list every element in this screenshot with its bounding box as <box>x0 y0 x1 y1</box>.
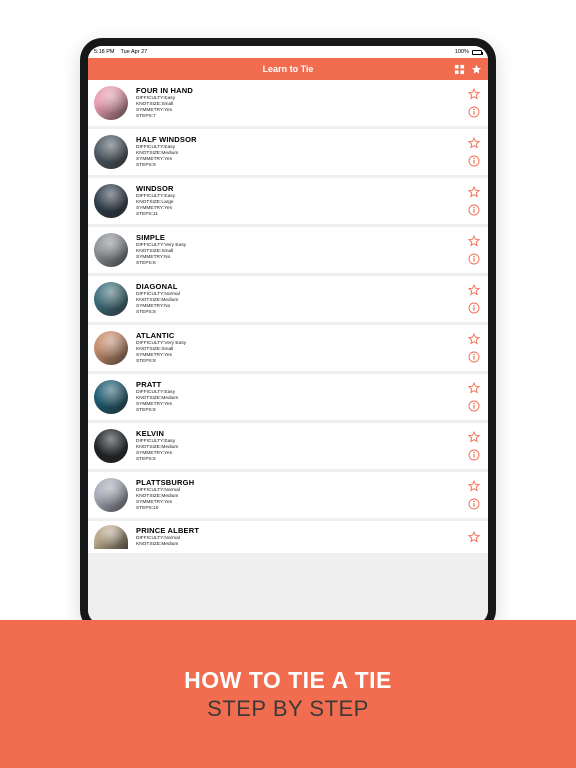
row-actions <box>468 88 480 118</box>
favorite-star-icon[interactable] <box>468 480 480 492</box>
promo-line-2: STEP BY STEP <box>207 696 369 722</box>
tie-meta: DIFFICULTY:NormalKNOTSIZE:Medium <box>136 536 462 548</box>
status-left: 5:18 PM Tue Apr 27 <box>94 49 147 55</box>
favorite-star-icon[interactable] <box>468 382 480 394</box>
favorite-star-icon[interactable] <box>468 284 480 296</box>
tie-info: KELVINDIFFICULTY:EasyKNOTSIZE:MediumSYMM… <box>136 429 462 463</box>
tie-thumbnail <box>94 478 128 512</box>
tie-name: DIAGONAL <box>136 282 462 291</box>
list-item[interactable]: PRATTDIFFICULTY:EasyKNOTSIZE:MediumSYMME… <box>88 374 488 420</box>
status-bar: 5:18 PM Tue Apr 27 100% <box>88 46 488 58</box>
info-icon[interactable] <box>468 106 480 118</box>
favorite-star-icon[interactable] <box>468 88 480 100</box>
favorite-star-icon[interactable] <box>468 333 480 345</box>
row-actions <box>468 137 480 167</box>
tie-meta: DIFFICULTY:NormalKNOTSIZE:MediumSYMMETRY… <box>136 488 462 512</box>
tie-meta: DIFFICULTY:Very EasyKNOTSIZE:SmallSYMMET… <box>136 243 462 267</box>
tie-meta: DIFFICULTY:EasyKNOTSIZE:SmallSYMMETRY:Ye… <box>136 96 462 120</box>
tie-name: ATLANTIC <box>136 331 462 340</box>
row-actions <box>468 382 480 412</box>
list-item[interactable]: PLATTSBURGHDIFFICULTY:NormalKNOTSIZE:Med… <box>88 472 488 518</box>
tie-name: FOUR IN HAND <box>136 86 462 95</box>
navigation-bar: Learn to Tie <box>88 58 488 80</box>
favorite-star-icon[interactable] <box>468 235 480 247</box>
tie-thumbnail <box>94 429 128 463</box>
tie-name: SIMPLE <box>136 233 462 242</box>
status-date: Tue Apr 27 <box>121 49 148 55</box>
navbar-title: Learn to Tie <box>263 64 314 74</box>
tie-thumbnail <box>94 380 128 414</box>
tie-meta: DIFFICULTY:EasyKNOTSIZE:MediumSYMMETRY:Y… <box>136 439 462 463</box>
tablet-frame: 5:18 PM Tue Apr 27 100% Learn to Tie <box>80 38 496 632</box>
info-icon[interactable] <box>468 400 480 412</box>
tie-thumbnail <box>94 331 128 365</box>
info-icon[interactable] <box>468 498 480 510</box>
promo-banner: HOW TO TIE A TIE STEP BY STEP <box>0 620 576 768</box>
list-item[interactable]: SIMPLEDIFFICULTY:Very EasyKNOTSIZE:Small… <box>88 227 488 273</box>
favorite-star-icon[interactable] <box>468 431 480 443</box>
tie-thumbnail <box>94 184 128 218</box>
info-icon[interactable] <box>468 204 480 216</box>
info-icon[interactable] <box>468 351 480 363</box>
row-actions <box>468 333 480 363</box>
tie-meta: DIFFICULTY:EasyKNOTSIZE:MediumSYMMETRY:Y… <box>136 390 462 414</box>
status-time: 5:18 PM <box>94 49 114 55</box>
tie-meta: DIFFICULTY:Very EasyKNOTSIZE:SmallSYMMET… <box>136 341 462 365</box>
row-actions <box>468 431 480 461</box>
info-icon[interactable] <box>468 302 480 314</box>
tie-info: SIMPLEDIFFICULTY:Very EasyKNOTSIZE:Small… <box>136 233 462 267</box>
tie-thumbnail <box>94 135 128 169</box>
favorite-star-icon[interactable] <box>468 137 480 149</box>
list-item[interactable]: FOUR IN HANDDIFFICULTY:EasyKNOTSIZE:Smal… <box>88 80 488 126</box>
info-icon[interactable] <box>468 155 480 167</box>
favorite-star-icon[interactable] <box>468 531 480 543</box>
favorite-star-icon[interactable] <box>468 186 480 198</box>
row-actions <box>468 186 480 216</box>
screen: 5:18 PM Tue Apr 27 100% Learn to Tie <box>88 46 488 624</box>
list-item[interactable]: WINDSORDIFFICULTY:EasyKNOTSIZE:LargeSYMM… <box>88 178 488 224</box>
tie-thumbnail <box>94 86 128 120</box>
tie-meta: DIFFICULTY:NormalKNOTSIZE:MediumSYMMETRY… <box>136 292 462 316</box>
row-actions <box>468 480 480 510</box>
tie-name: PRATT <box>136 380 462 389</box>
status-right: 100% <box>452 49 482 55</box>
list-item[interactable]: HALF WINDSORDIFFICULTY:EasyKNOTSIZE:Medi… <box>88 129 488 175</box>
tie-info: WINDSORDIFFICULTY:EasyKNOTSIZE:LargeSYMM… <box>136 184 462 218</box>
list-item[interactable]: ATLANTICDIFFICULTY:Very EasyKNOTSIZE:Sma… <box>88 325 488 371</box>
list-item[interactable]: KELVINDIFFICULTY:EasyKNOTSIZE:MediumSYMM… <box>88 423 488 469</box>
tie-info: ATLANTICDIFFICULTY:Very EasyKNOTSIZE:Sma… <box>136 331 462 365</box>
tie-meta: DIFFICULTY:EasyKNOTSIZE:LargeSYMMETRY:Ye… <box>136 194 462 218</box>
tie-name: HALF WINDSOR <box>136 135 462 144</box>
favorites-star-icon[interactable] <box>471 64 482 75</box>
tie-name: PRINCE ALBERT <box>136 526 462 535</box>
tie-info: DIAGONALDIFFICULTY:NormalKNOTSIZE:Medium… <box>136 282 462 316</box>
tie-info: PRINCE ALBERTDIFFICULTY:NormalKNOTSIZE:M… <box>136 526 462 548</box>
navbar-actions <box>454 58 482 80</box>
list-item[interactable]: DIAGONALDIFFICULTY:NormalKNOTSIZE:Medium… <box>88 276 488 322</box>
tie-list[interactable]: FOUR IN HANDDIFFICULTY:EasyKNOTSIZE:Smal… <box>88 80 488 624</box>
list-item[interactable]: PRINCE ALBERTDIFFICULTY:NormalKNOTSIZE:M… <box>88 521 488 553</box>
tie-name: KELVIN <box>136 429 462 438</box>
promo-line-1: HOW TO TIE A TIE <box>184 667 392 694</box>
row-actions <box>468 531 480 543</box>
tie-thumbnail <box>94 525 128 549</box>
info-icon[interactable] <box>468 253 480 265</box>
tie-meta: DIFFICULTY:EasyKNOTSIZE:MediumSYMMETRY:Y… <box>136 145 462 169</box>
tie-thumbnail <box>94 282 128 316</box>
row-actions <box>468 284 480 314</box>
tie-name: PLATTSBURGH <box>136 478 462 487</box>
tie-info: FOUR IN HANDDIFFICULTY:EasyKNOTSIZE:Smal… <box>136 86 462 120</box>
info-icon[interactable] <box>468 449 480 461</box>
row-actions <box>468 235 480 265</box>
battery-percent: 100% <box>455 49 469 55</box>
tie-name: WINDSOR <box>136 184 462 193</box>
tie-thumbnail <box>94 233 128 267</box>
tie-info: PRATTDIFFICULTY:EasyKNOTSIZE:MediumSYMME… <box>136 380 462 414</box>
tie-info: HALF WINDSORDIFFICULTY:EasyKNOTSIZE:Medi… <box>136 135 462 169</box>
battery-icon <box>472 50 482 55</box>
grid-view-icon[interactable] <box>454 64 465 75</box>
tie-info: PLATTSBURGHDIFFICULTY:NormalKNOTSIZE:Med… <box>136 478 462 512</box>
